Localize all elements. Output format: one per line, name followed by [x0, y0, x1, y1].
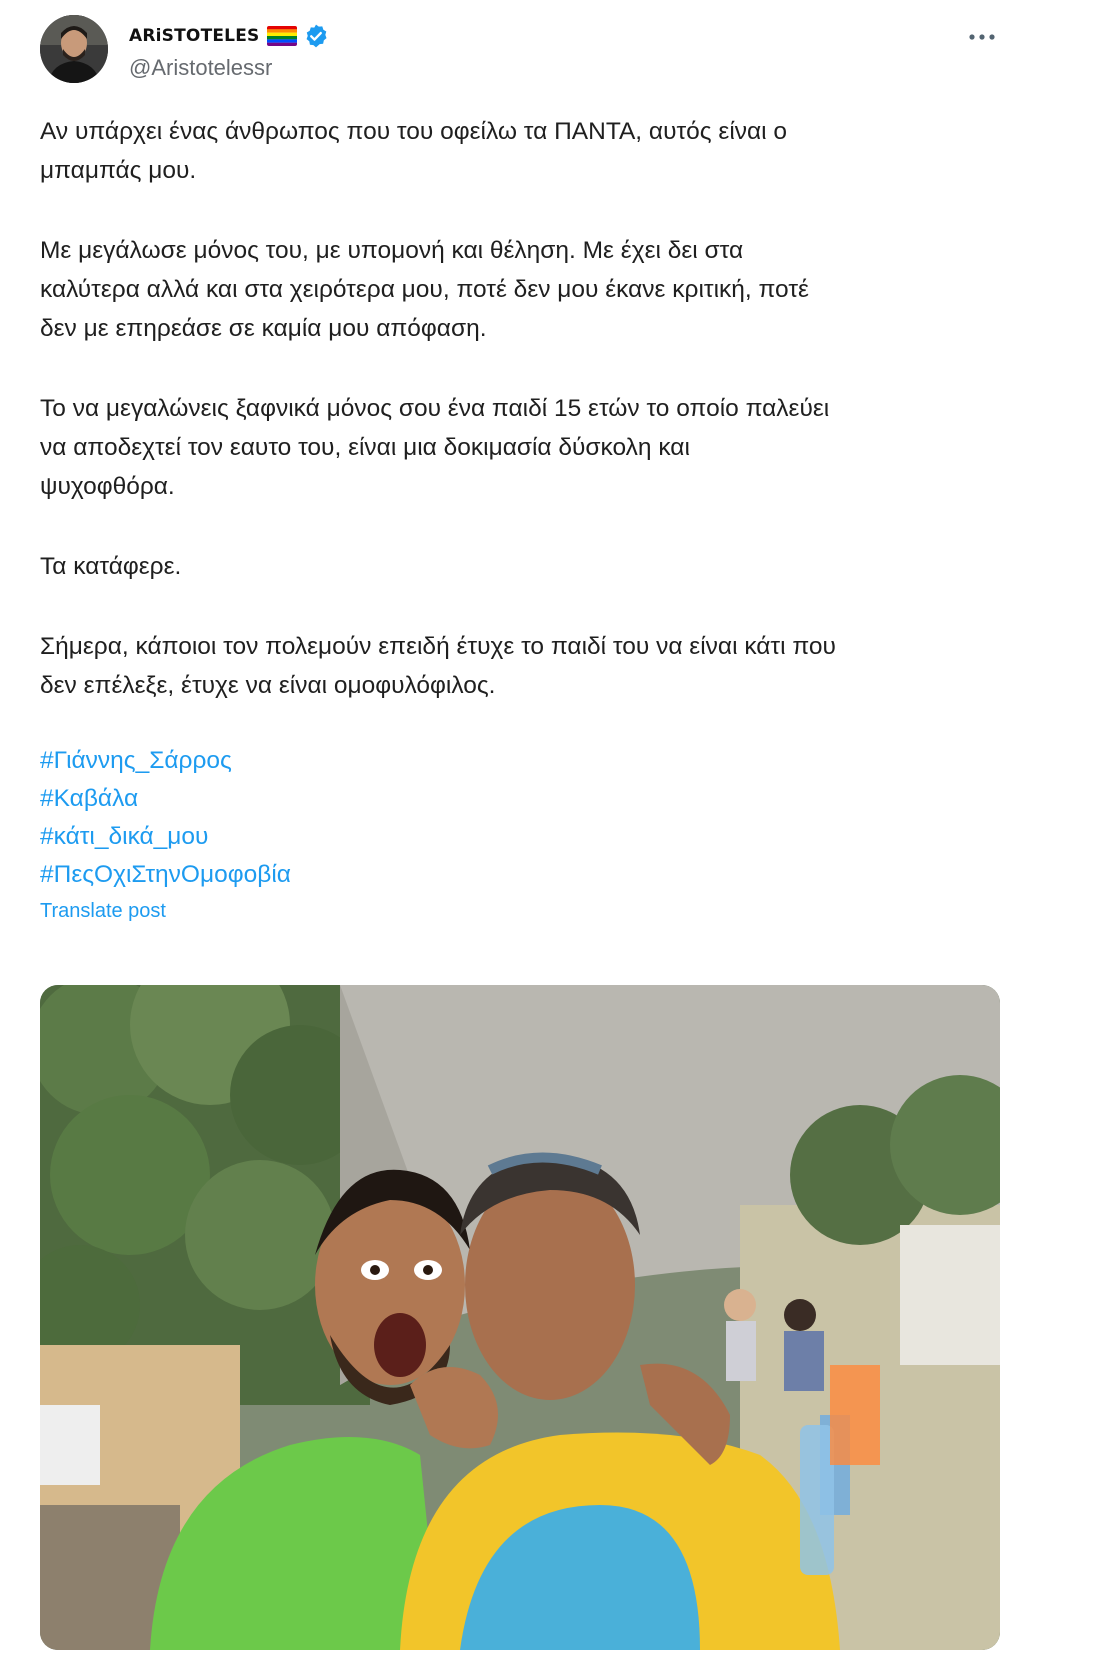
- photo-two-men-outdoor-cafe: [40, 985, 1000, 1650]
- tweet-header: ARiSTOTELES @Aristotelessr: [40, 15, 1000, 85]
- display-name-row: ARiSTOTELES: [129, 21, 329, 51]
- verified-badge-icon[interactable]: [303, 23, 329, 49]
- translate-post-link[interactable]: Translate post: [40, 896, 1000, 926]
- tweet-photo[interactable]: [40, 985, 1000, 1650]
- more-options-icon[interactable]: [965, 27, 999, 47]
- rainbow-flag-icon: [267, 26, 298, 46]
- tweet-paragraph: Αν υπάρχει ένας άνθρωπος που του οφείλω …: [40, 118, 788, 184]
- tweet-paragraph: Τα κατάφερε.: [40, 553, 182, 580]
- tweet-text: Αν υπάρχει ένας άνθρωπος που του οφείλω …: [40, 112, 1000, 926]
- hashtag-link[interactable]: #Γιάννης_Σάρρος: [40, 742, 1000, 780]
- tweet-card: ARiSTOTELES @Aristotelessr Αν υπάρχει έν…: [0, 0, 1100, 1680]
- hashtag-link[interactable]: #κάτι_δικά_μου: [40, 818, 1000, 856]
- hashtag-link[interactable]: #Καβάλα: [40, 780, 1000, 818]
- hashtag-link[interactable]: #ΠεςΟχιΣτηνΟμοφοβία: [40, 856, 1000, 894]
- hashtag-list: #Γιάννης_Σάρρος #Καβάλα #κάτι_δικά_μου #…: [40, 742, 1000, 894]
- tweet-paragraph: Το να μεγαλώνεις ξαφνικά μόνος σου ένα π…: [40, 395, 830, 500]
- avatar[interactable]: [40, 15, 108, 83]
- tweet-paragraph: Με μεγάλωσε μόνος του, με υπομονή και θέ…: [40, 237, 809, 342]
- avatar-photo-icon: [40, 15, 108, 83]
- tweet-paragraph: Σήμερα, κάποιοι τον πολεμούν επειδή έτυχ…: [40, 633, 836, 699]
- author-names: ARiSTOTELES @Aristotelessr: [129, 21, 329, 81]
- display-name[interactable]: ARiSTOTELES: [129, 26, 259, 46]
- author-handle[interactable]: @Aristotelessr: [129, 55, 329, 81]
